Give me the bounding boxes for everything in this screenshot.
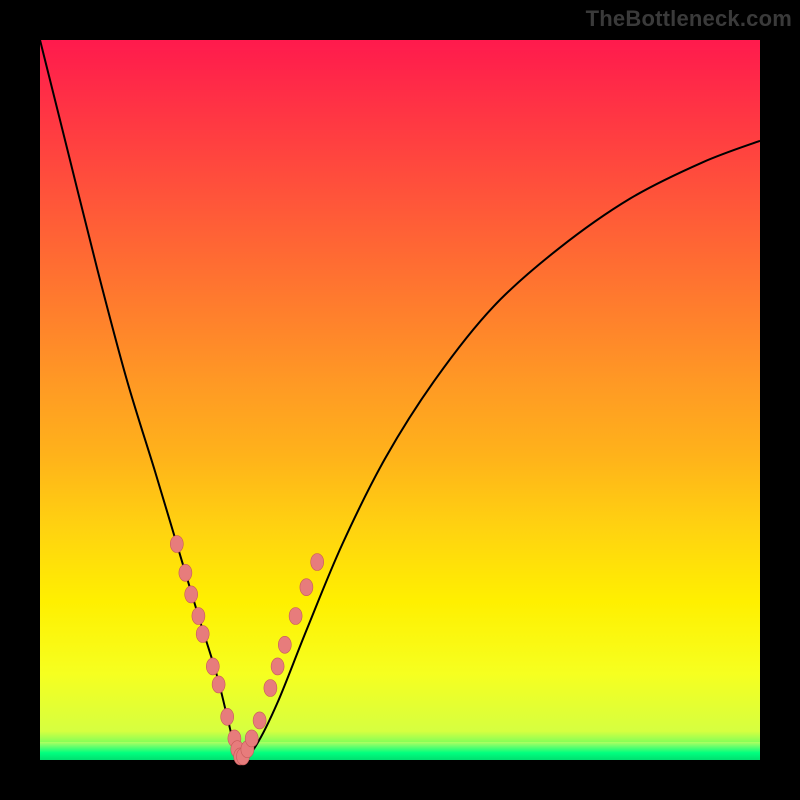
data-marker xyxy=(278,636,291,653)
data-marker xyxy=(179,564,192,581)
bottleneck-curve xyxy=(40,40,760,760)
data-marker xyxy=(300,579,313,596)
data-marker xyxy=(289,608,302,625)
plot-area xyxy=(40,40,760,760)
data-marker xyxy=(311,554,324,571)
data-marker xyxy=(196,626,209,643)
data-marker xyxy=(170,536,183,553)
curve-layer xyxy=(40,40,760,760)
watermark-text: TheBottleneck.com xyxy=(586,6,792,32)
data-marker xyxy=(206,658,219,675)
data-marker xyxy=(192,608,205,625)
data-marker xyxy=(253,712,266,729)
data-marker xyxy=(185,586,198,603)
data-marker xyxy=(264,680,277,697)
data-marker xyxy=(271,658,284,675)
data-marker xyxy=(245,730,258,747)
data-marker xyxy=(212,676,225,693)
chart-frame: TheBottleneck.com xyxy=(0,0,800,800)
marker-group xyxy=(170,536,323,765)
data-marker xyxy=(221,708,234,725)
